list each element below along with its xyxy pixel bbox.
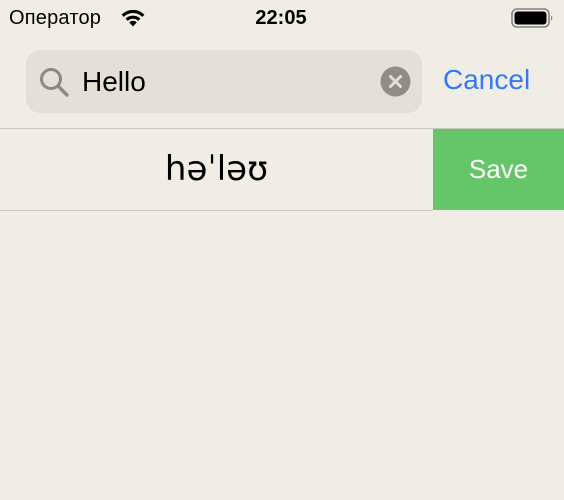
cancel-button[interactable]: Cancel <box>443 62 530 98</box>
search-input[interactable] <box>82 60 372 104</box>
battery-icon <box>511 8 553 28</box>
search-icon <box>40 68 69 97</box>
result-row[interactable]: həˈləʊ Save <box>0 129 564 210</box>
app-screen: Оператор 22:05 Cancel <box>0 0 564 500</box>
clock-time: 22:05 <box>255 7 307 29</box>
results-empty-area <box>0 211 564 500</box>
search-bar: Cancel <box>0 50 564 114</box>
clear-icon[interactable] <box>380 66 411 97</box>
wifi-icon <box>121 9 145 27</box>
transcription-text: həˈləʊ <box>164 149 269 189</box>
search-field[interactable] <box>26 50 422 113</box>
save-button[interactable]: Save <box>433 129 564 210</box>
status-bar: Оператор 22:05 <box>0 0 564 36</box>
carrier-name: Оператор <box>9 7 102 29</box>
